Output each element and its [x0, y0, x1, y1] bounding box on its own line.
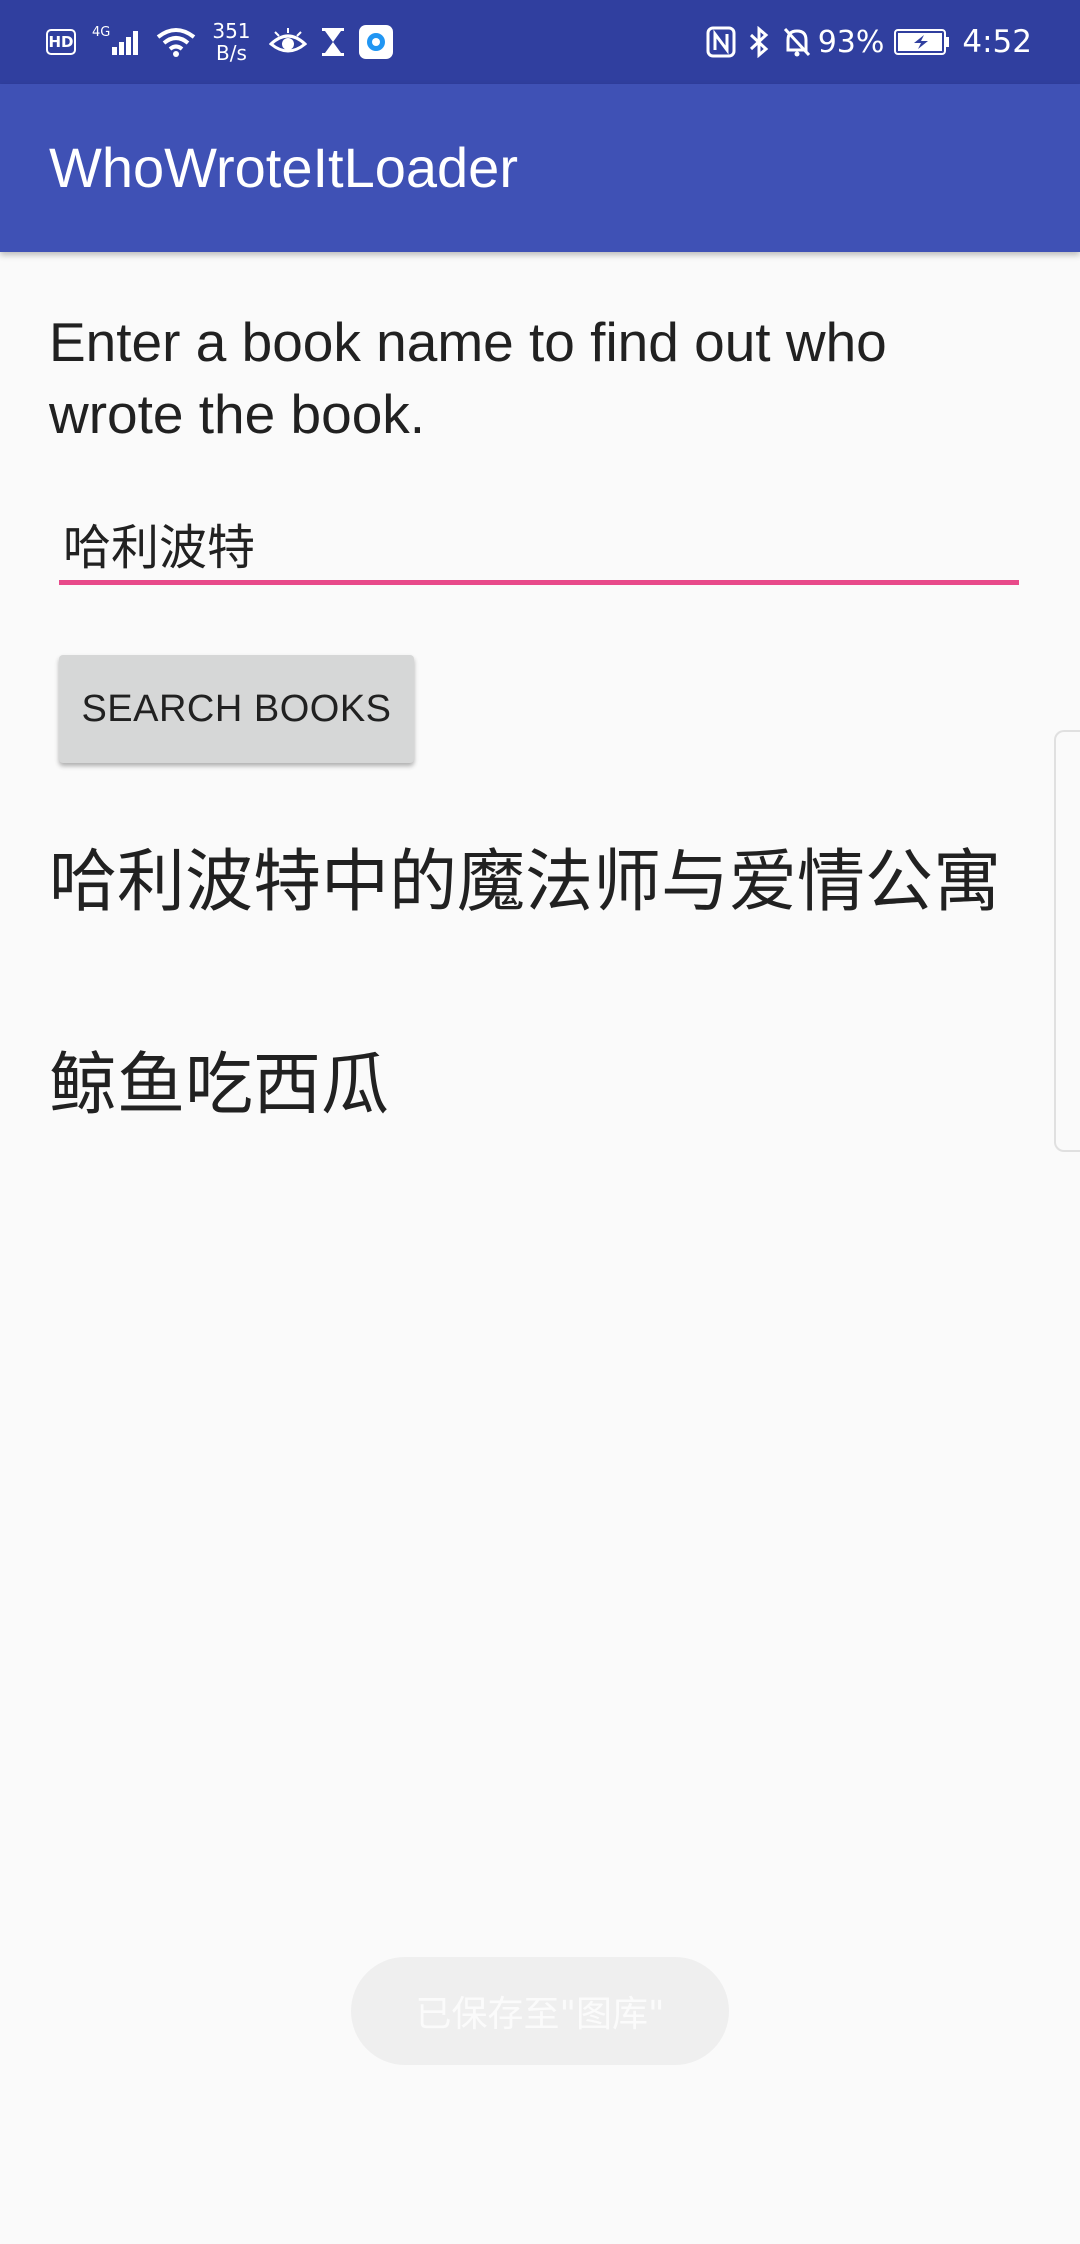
app-notification-icon: [358, 25, 393, 59]
battery-percent: 93%: [817, 24, 885, 60]
search-books-button[interactable]: SEARCH BOOKS: [59, 655, 414, 763]
mute-icon: [783, 27, 810, 57]
edge-panel-handle[interactable]: [1054, 730, 1080, 1152]
app-title: WhoWroteItLoader: [49, 136, 518, 199]
hourglass-icon: [321, 28, 344, 56]
speed-unit: B/s: [216, 41, 247, 65]
book-name-input[interactable]: [59, 505, 1019, 585]
result-author-text: 鲸鱼吃西瓜: [49, 1046, 390, 1125]
saved-toast: 已保存至"图库": [351, 1957, 729, 2065]
cellular-signal-icon: [112, 29, 140, 55]
status-bar: HD 4G 351 B/s 93% 4:52: [0, 0, 1080, 84]
wifi-icon: [157, 28, 196, 57]
status-bar-right: 93% 4:52: [706, 0, 1032, 84]
eye-icon: [268, 28, 307, 53]
battery-charging-icon: [894, 29, 950, 55]
app-bar: WhoWroteItLoader: [0, 84, 1080, 252]
speed-value: 351: [212, 19, 251, 43]
result-title-text: 哈利波特中的魔法师与爱情公寓: [49, 843, 1002, 922]
status-bar-left: HD 4G 351 B/s: [46, 0, 393, 84]
network-speed: 351 B/s: [212, 20, 250, 64]
bluetooth-icon: [749, 26, 768, 58]
nfc-icon: [706, 26, 736, 58]
clock: 4:52: [962, 24, 1032, 60]
network-type-label: 4G: [92, 24, 111, 40]
instructions-text: Enter a book name to find out who wrote …: [49, 311, 887, 445]
hd-badge: HD: [46, 29, 76, 55]
